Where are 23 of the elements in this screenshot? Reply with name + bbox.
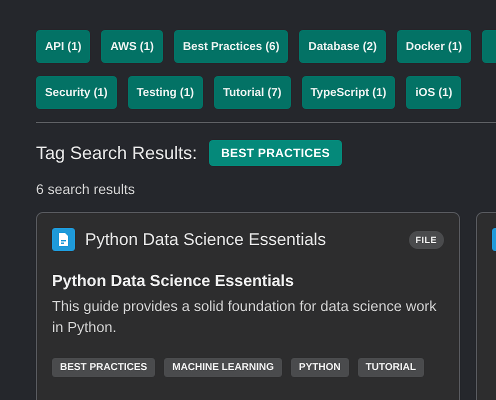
tag-filter-button[interactable]: iOS (1) [406, 76, 462, 109]
tag-label[interactable]: BEST PRACTICES [52, 358, 156, 377]
card-heading: Python Data Science Essentials [52, 273, 295, 291]
tag-filter-button[interactable]: Testing (1) [128, 76, 203, 109]
tag-label[interactable]: PYTHON [290, 358, 349, 377]
result-card[interactable]: Python Data Science Essentials FILE Python Data Science Essentials This guide provides a solid foundation for data science work in Python. BEST PRACTICES MACHINE LEARNING PYTHON TUTORIAL [36, 212, 460, 400]
tag-filter-button[interactable]: Docker (1) [396, 30, 472, 63]
active-tag-badge: BEST PRACTICES [209, 140, 342, 166]
document-icon [52, 228, 75, 251]
result-count: 6 search results [36, 181, 136, 197]
tag-filter-button[interactable]: API (1) [36, 30, 90, 63]
card-title: Python Data Science Essentials [85, 230, 327, 250]
tag-filter-button[interactable]: Security (1) [36, 76, 117, 109]
tag-filter-button[interactable]: TypeScript (1) [302, 76, 396, 109]
tag-label[interactable]: MACHINE LEARNING [164, 358, 282, 377]
card-description: This guide provides a solid foundation for data science work in Python. [52, 298, 438, 338]
tag-filter-button[interactable]: Best Practices (6) [174, 30, 288, 63]
tag-filter-button[interactable]: Tutorial (7) [214, 76, 290, 109]
type-badge: FILE [408, 230, 444, 248]
tag-label[interactable]: TUTORIAL [358, 358, 424, 377]
tag-filter-button[interactable]: Database (2) [299, 30, 386, 63]
tag-filter-button[interactable]: AWS (1) [101, 30, 163, 63]
results-heading: Tag Search Results: [36, 142, 198, 164]
